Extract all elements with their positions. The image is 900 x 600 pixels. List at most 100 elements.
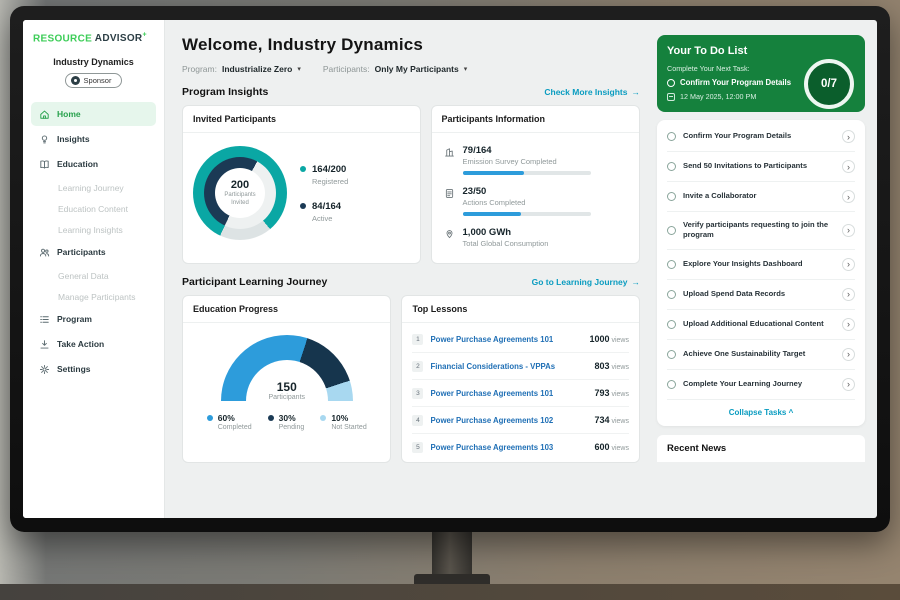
invited-participants-card: Invited Participants 200 Participants In… — [182, 105, 421, 264]
sidebar-item-program[interactable]: Program — [31, 307, 156, 331]
chevron-right-icon[interactable]: › — [842, 224, 855, 237]
check-more-insights-link[interactable]: Check More Insights → — [544, 87, 640, 97]
sidebar-item-home[interactable]: Home — [31, 102, 156, 126]
task-checkbox[interactable] — [667, 132, 676, 141]
link-label: Check More Insights — [544, 87, 627, 97]
todo-title: Your To Do List — [667, 45, 795, 57]
checklist-icon — [444, 188, 455, 199]
chevron-right-icon[interactable]: › — [842, 160, 855, 173]
task-row-explore-insights[interactable]: Explore Your Insights Dashboard › — [667, 250, 855, 280]
top-lessons-card: Top Lessons 1 Power Purchase Agreements … — [401, 295, 640, 463]
todo-due-date: 12 May 2025, 12:00 PM — [667, 92, 795, 101]
task-row-confirm-program[interactable]: Confirm Your Program Details › — [667, 122, 855, 152]
emission-survey-row: 79/164 Emission Survey Completed — [444, 145, 627, 175]
active-value: 84/164 — [312, 201, 341, 212]
chevron-right-icon[interactable]: › — [842, 318, 855, 331]
chevron-right-icon[interactable]: › — [842, 348, 855, 361]
due-date-label: 12 May 2025, 12:00 PM — [680, 92, 756, 101]
legend-item-not-started: 10% Not Started — [320, 413, 366, 431]
donut-center-caption: Participants Invited — [221, 191, 259, 207]
chevron-right-icon[interactable]: › — [842, 130, 855, 143]
views-suffix: views — [611, 364, 629, 371]
page-title: Welcome, Industry Dynamics — [182, 35, 640, 55]
task-checkbox[interactable] — [667, 320, 676, 329]
task-checkbox[interactable] — [667, 162, 676, 171]
task-checkbox[interactable] — [667, 290, 676, 299]
sidebar-nav: Home Insights Education Learning Journey… — [31, 102, 156, 381]
task-checkbox[interactable] — [667, 192, 676, 201]
nav-label: Settings — [57, 364, 91, 374]
sidebar: RESOURCE ADVISOR+ Industry Dynamics Spon… — [23, 20, 165, 518]
lesson-rank: 2 — [412, 361, 423, 372]
metric-label: Actions Completed — [463, 198, 591, 207]
sidebar-item-general-data[interactable]: General Data — [31, 265, 156, 286]
task-label: Achieve One Sustainability Target — [683, 349, 835, 359]
sidebar-item-learning-insights[interactable]: Learning Insights — [31, 219, 156, 240]
todo-summary-card: Your To Do List Complete Your Next Task:… — [657, 35, 865, 112]
task-checkbox[interactable] — [667, 350, 676, 359]
metric-label: Total Global Consumption — [463, 239, 549, 248]
task-checkbox[interactable] — [667, 380, 676, 389]
caret-up-icon: ^ — [789, 408, 794, 417]
sidebar-item-education[interactable]: Education — [31, 152, 156, 176]
views-suffix: views — [611, 445, 629, 452]
task-label: Upload Additional Educational Content — [683, 319, 835, 329]
todo-subtitle: Complete Your Next Task: — [667, 64, 795, 73]
metric-value: 79/164 — [463, 145, 591, 156]
go-to-learning-journey-link[interactable]: Go to Learning Journey → — [532, 277, 640, 287]
task-row-invite-collaborator[interactable]: Invite a Collaborator › — [667, 182, 855, 212]
chevron-right-icon[interactable]: › — [842, 288, 855, 301]
task-row-upload-educational-content[interactable]: Upload Additional Educational Content › — [667, 310, 855, 340]
task-label: Verify participants requesting to join t… — [683, 220, 835, 241]
lesson-link[interactable]: Financial Considerations - VPPAs — [430, 362, 587, 371]
participants-filter-dropdown[interactable]: Participants: Only My Participants ▾ — [323, 64, 467, 74]
sidebar-item-manage-participants[interactable]: Manage Participants — [31, 286, 156, 307]
program-filter-dropdown[interactable]: Program: Industrialize Zero ▾ — [182, 64, 301, 74]
legend-dot-navy — [268, 415, 274, 421]
task-checkbox[interactable] — [667, 260, 676, 269]
card-title: Participants Information — [432, 106, 639, 133]
task-row-upload-spend-data[interactable]: Upload Spend Data Records › — [667, 280, 855, 310]
gauge-center-label: 150 Participants — [221, 380, 353, 401]
program-filter-label: Program: — [182, 64, 217, 74]
chevron-right-icon[interactable]: › — [842, 190, 855, 203]
todo-next-task[interactable]: Confirm Your Program Details — [667, 78, 795, 87]
collapse-tasks-link[interactable]: Collapse Tasks ^ — [667, 400, 855, 422]
task-row-complete-learning-journey[interactable]: Complete Your Learning Journey › — [667, 370, 855, 400]
lesson-rank: 4 — [412, 415, 423, 426]
sponsor-badge[interactable]: Sponsor — [65, 73, 123, 88]
task-row-verify-participants[interactable]: Verify participants requesting to join t… — [667, 212, 855, 250]
task-label: Confirm Your Program Details — [683, 131, 835, 141]
recent-news-header: Recent News — [657, 435, 865, 462]
task-row-achieve-target[interactable]: Achieve One Sustainability Target › — [667, 340, 855, 370]
segment-label: Pending — [279, 424, 305, 431]
task-checkbox[interactable] — [667, 226, 676, 235]
lesson-link[interactable]: Power Purchase Agreements 102 — [430, 416, 587, 425]
book-icon — [39, 159, 50, 170]
lesson-row: 2 Financial Considerations - VPPAs 803vi… — [412, 353, 629, 380]
lesson-link[interactable]: Power Purchase Agreements 101 — [430, 335, 582, 344]
metric-value: 23/50 — [463, 186, 591, 197]
chevron-right-icon[interactable]: › — [842, 258, 855, 271]
donut-center-label: 200 Participants Invited — [215, 168, 265, 218]
sidebar-item-learning-journey[interactable]: Learning Journey — [31, 177, 156, 198]
gauge-center-value: 150 — [221, 380, 353, 394]
sidebar-item-participants[interactable]: Participants — [31, 240, 156, 264]
lesson-link[interactable]: Power Purchase Agreements 103 — [430, 443, 587, 452]
sidebar-item-take-action[interactable]: Take Action — [31, 332, 156, 356]
chevron-down-icon: ▾ — [297, 65, 301, 73]
learning-journey-section-header: Participant Learning Journey Go to Learn… — [182, 276, 640, 288]
sidebar-item-settings[interactable]: Settings — [31, 357, 156, 381]
people-icon — [39, 247, 50, 258]
lesson-views: 1000 — [589, 334, 609, 344]
program-insights-section-header: Program Insights Check More Insights → — [182, 86, 640, 98]
nav-sub-label: Education Content — [58, 204, 128, 214]
registered-label: Registered — [312, 177, 348, 186]
lesson-link[interactable]: Power Purchase Agreements 101 — [430, 389, 587, 398]
sidebar-item-education-content[interactable]: Education Content — [31, 198, 156, 219]
sidebar-item-insights[interactable]: Insights — [31, 127, 156, 151]
segment-pct: 60% — [218, 413, 252, 423]
task-row-send-invitations[interactable]: Send 50 Invitations to Participants › — [667, 152, 855, 182]
download-arrow-icon — [39, 339, 50, 350]
chevron-right-icon[interactable]: › — [842, 378, 855, 391]
